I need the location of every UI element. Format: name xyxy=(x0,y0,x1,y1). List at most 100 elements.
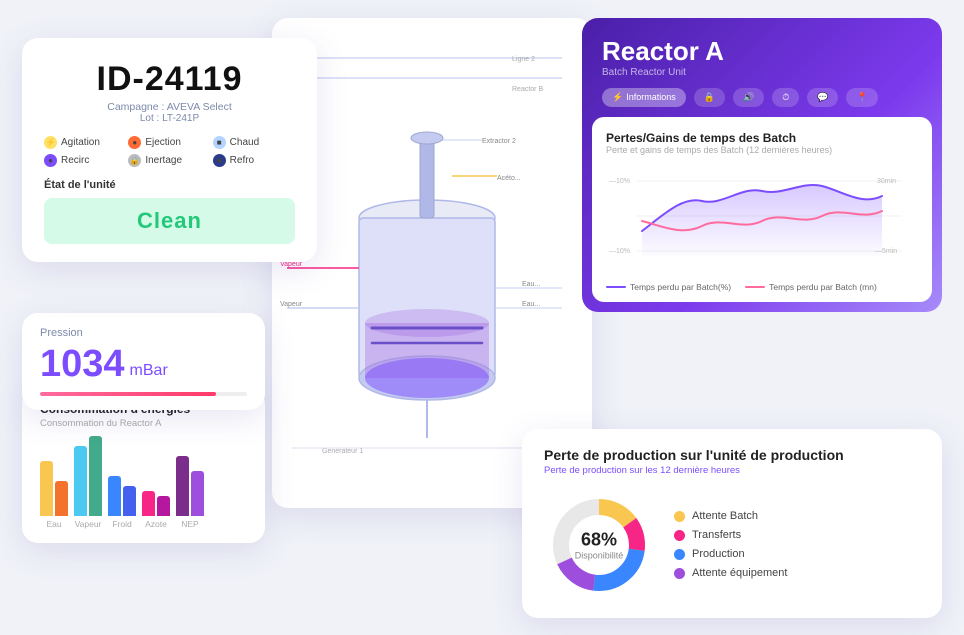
legend-pink: Temps perdu par Batch (mn) xyxy=(745,282,877,292)
ejection-icon: ● xyxy=(128,136,141,149)
legend-dot xyxy=(674,530,685,541)
bar-chart: Eau Vapeur Froid Azote NEP xyxy=(40,439,247,529)
main-scene: ID-24119 Campagne : AVEVA Select Lot : L… xyxy=(22,18,942,618)
lot-label: Lot : LT-241P xyxy=(44,113,295,124)
bar xyxy=(191,471,204,516)
prod-legend-item: Transferts xyxy=(674,529,787,541)
tab-sound[interactable]: 🔊 xyxy=(733,88,764,107)
bar-label: NEP xyxy=(181,519,198,529)
prod-legend-item: Attente Batch xyxy=(674,510,787,522)
conso-sub: Consommation du Reactor A xyxy=(40,418,247,429)
conso-card: Consommation d'énergies Consommation du … xyxy=(22,388,265,543)
pression-bar xyxy=(40,392,216,396)
svg-text:Vapeur: Vapeur xyxy=(280,261,303,268)
prod-content: 68% Disponibilité Attente Batch Transfert… xyxy=(544,490,920,600)
icon-ejection: ● Ejection xyxy=(128,136,210,149)
line-chart-svg: —10% —10% 30min —5min xyxy=(606,161,918,271)
chart-subtitle: Perte et gains de temps des Batch (12 de… xyxy=(606,145,918,155)
clean-badge: Clean xyxy=(44,198,295,244)
donut-label: Disponibilité xyxy=(575,550,624,560)
prod-legend-item: Production xyxy=(674,548,787,560)
id-card: ID-24119 Campagne : AVEVA Select Lot : L… xyxy=(22,38,317,262)
svg-text:Eau...: Eau... xyxy=(522,281,540,288)
icons-grid: ⚡ Agitation ● Ejection ■ Chaud ● Recirc … xyxy=(44,136,295,167)
pression-bar-wrap xyxy=(40,392,247,396)
chart-legend: Temps perdu par Batch(%) Temps perdu par… xyxy=(606,282,918,292)
bar-label: Froid xyxy=(112,519,131,529)
campagne-label: Campagne : AVEVA Select xyxy=(44,101,295,113)
chaud-icon: ■ xyxy=(213,136,226,149)
icon-recirc: ● Recirc xyxy=(44,154,126,167)
svg-text:Reactor B: Reactor B xyxy=(512,86,543,93)
prod-title: Perte de production sur l'unité de produ… xyxy=(544,447,920,463)
prod-legend-item: Attente équipement xyxy=(674,567,787,579)
etat-label: État de l'unité xyxy=(44,179,295,191)
agitation-icon: ⚡ xyxy=(44,136,57,149)
recirc-icon: ● xyxy=(44,154,57,167)
bar-label: Vapeur xyxy=(75,519,102,529)
purple-legend-line xyxy=(606,286,626,288)
bar xyxy=(74,446,87,516)
reactor-chart-area: Pertes/Gains de temps des Batch Perte et… xyxy=(592,117,932,302)
prod-legend: Attente Batch Transferts Production Attente… xyxy=(674,510,787,579)
pression-label: Pression xyxy=(40,327,247,339)
donut-percentage: 68% xyxy=(575,529,624,550)
donut-center: 68% Disponibilité xyxy=(575,529,624,560)
svg-text:Acéto...: Acéto... xyxy=(497,175,521,182)
tab-informations[interactable]: ⚡ Informations xyxy=(602,88,686,107)
bar-group: NEP xyxy=(176,456,204,529)
bar xyxy=(157,496,170,516)
bar xyxy=(142,491,155,516)
production-card: Perte de production sur l'unité de produ… xyxy=(522,429,942,618)
reactor-card: Reactor A Batch Reactor Unit ⚡ Informati… xyxy=(582,18,942,312)
bar-group: Vapeur xyxy=(74,436,102,529)
legend-dot xyxy=(674,511,685,522)
bar xyxy=(89,436,102,516)
icon-inertage: 🔒 Inertage xyxy=(128,154,210,167)
bar-label: Azote xyxy=(145,519,167,529)
bar-label: Eau xyxy=(46,519,61,529)
legend-purple: Temps perdu par Batch(%) xyxy=(606,282,731,292)
inertage-icon: 🔒 xyxy=(128,154,141,167)
bar-group: Froid xyxy=(108,476,136,529)
legend-dot xyxy=(674,568,685,579)
bar xyxy=(40,461,53,516)
bar xyxy=(123,486,136,516)
svg-text:Ligne 2: Ligne 2 xyxy=(512,56,535,63)
bolt-icon: ⚡ xyxy=(612,92,623,103)
chart-title: Pertes/Gains de temps des Batch xyxy=(606,131,918,145)
icon-refro: ■ Refro xyxy=(213,154,295,167)
svg-text:Vapeur: Vapeur xyxy=(280,301,303,308)
legend-dot xyxy=(674,549,685,560)
reactor-title: Reactor A xyxy=(602,36,922,67)
pression-value: 1034 mBar xyxy=(40,343,247,386)
svg-text:—10%: —10% xyxy=(609,178,630,185)
tab-chat[interactable]: 💬 xyxy=(807,88,838,107)
pression-card: Pression 1034 mBar xyxy=(22,313,265,410)
id-number: ID-24119 xyxy=(44,60,295,99)
svg-text:Eau...: Eau... xyxy=(522,301,540,308)
bar-group: Azote xyxy=(142,491,170,529)
pink-legend-line xyxy=(745,286,765,288)
bar xyxy=(108,476,121,516)
bar-group: Eau xyxy=(40,461,68,529)
tab-lock[interactable]: 🔒 xyxy=(694,88,725,107)
reactor-tabs: ⚡ Informations 🔒 🔊 ⏱ 💬 📍 xyxy=(602,88,922,107)
bar xyxy=(176,456,189,516)
svg-text:—10%: —10% xyxy=(609,248,630,255)
icon-chaud: ■ Chaud xyxy=(213,136,295,149)
icon-agitation: ⚡ Agitation xyxy=(44,136,126,149)
tab-timer[interactable]: ⏱ xyxy=(772,88,799,107)
pression-unit: mBar xyxy=(130,362,168,380)
svg-text:Générateur 1: Générateur 1 xyxy=(322,448,363,455)
reactor-subtitle: Batch Reactor Unit xyxy=(602,67,922,78)
prod-subtitle: Perte de production sur les 12 dernière … xyxy=(544,465,920,476)
tab-location[interactable]: 📍 xyxy=(846,88,877,107)
refro-icon: ■ xyxy=(213,154,226,167)
svg-text:Extractor 2: Extractor 2 xyxy=(482,138,516,145)
reactor-header: Reactor A Batch Reactor Unit ⚡ Informati… xyxy=(582,18,942,117)
bar xyxy=(55,481,68,516)
donut-chart: 68% Disponibilité xyxy=(544,490,654,600)
svg-text:30min: 30min xyxy=(877,178,896,185)
chart-container: —10% —10% 30min —5min xyxy=(606,161,918,276)
